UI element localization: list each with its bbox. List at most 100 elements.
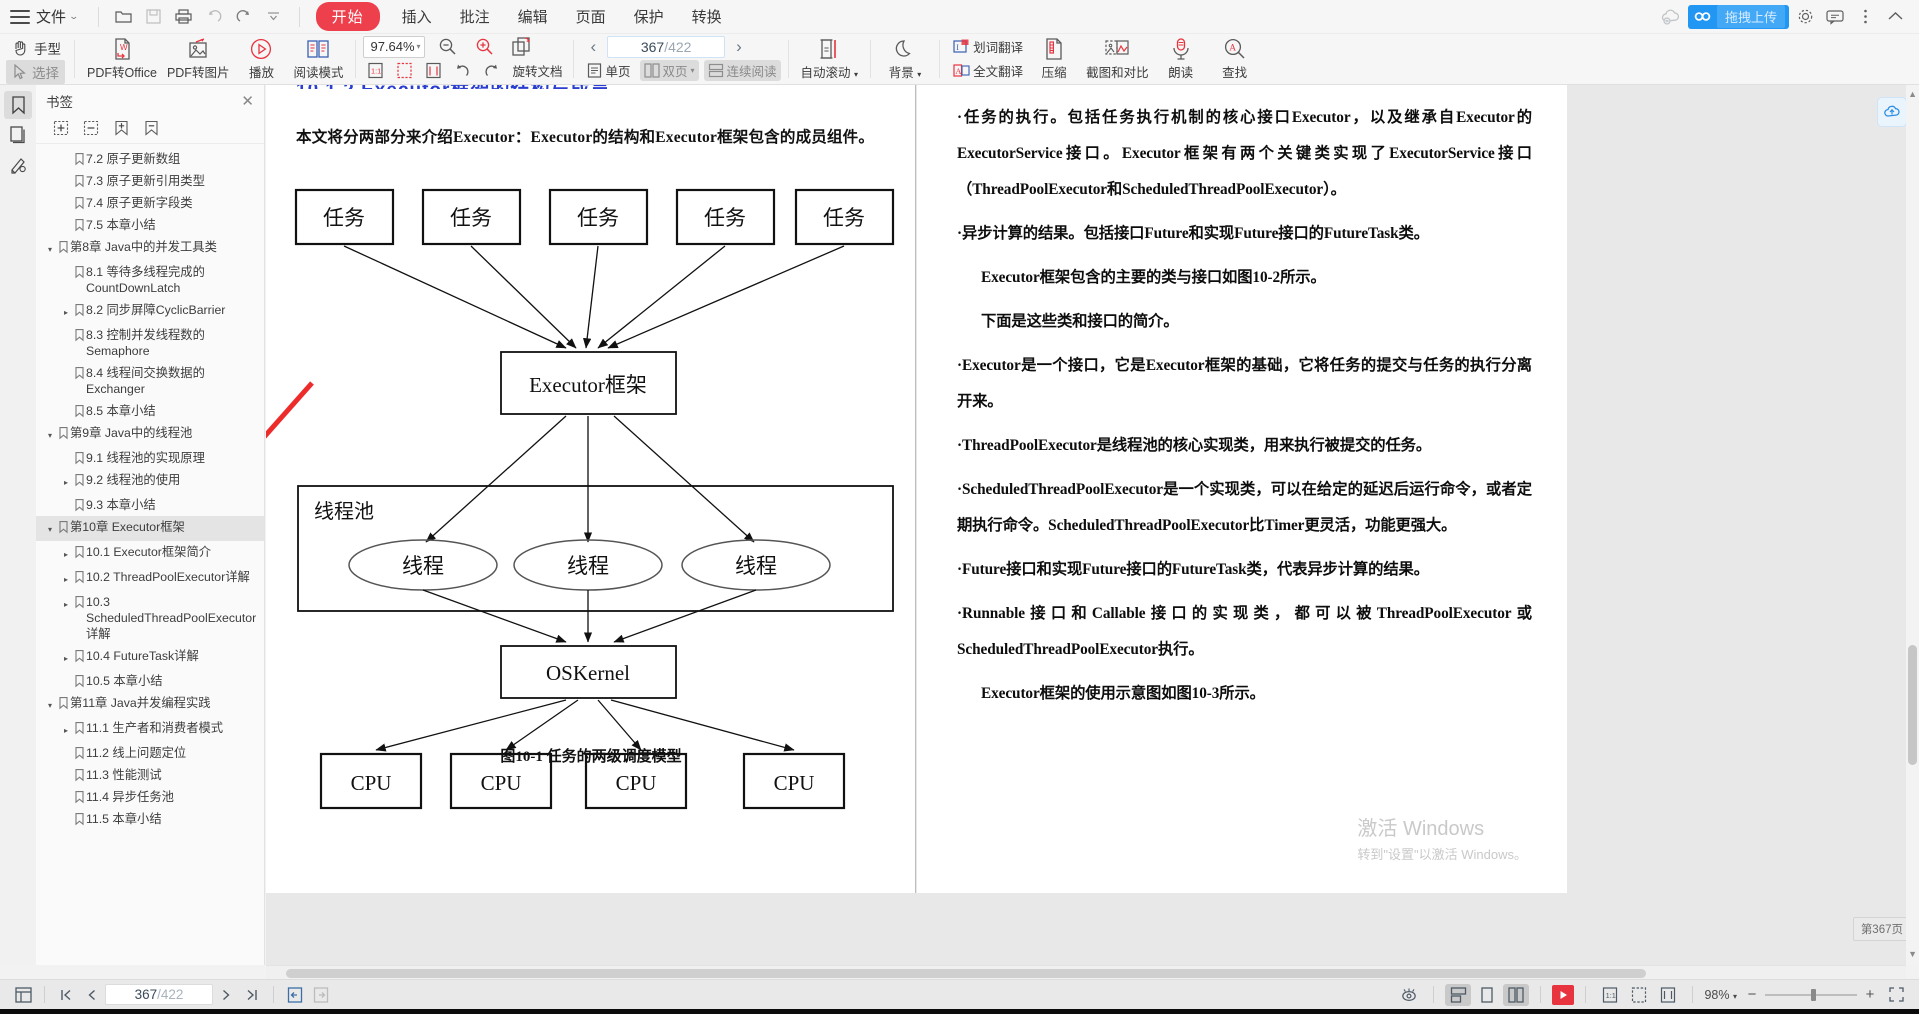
zoom-in-icon[interactable] [469,34,499,60]
read-mode-button[interactable]: 阅读模式 [288,34,348,83]
double-page-button[interactable]: 双页 ▾ [639,60,699,81]
bookmark-item[interactable]: ▸ 8.2 同步屏障CyclicBarrier [36,299,264,324]
find-button[interactable]: A 查找 [1208,34,1262,83]
pdf-to-office-button[interactable]: W PDF转Office [82,34,162,83]
bookmark-item[interactable]: ▸ 9.2 线程池的使用 [36,469,264,494]
rotate-left-icon[interactable] [450,62,475,80]
bookmark-item[interactable]: 7.3 原子更新引用类型 [36,170,264,192]
background-button[interactable]: 背景 ▾ [878,34,932,83]
tab-insert[interactable]: 插入 [388,2,446,31]
chevron-down-icon[interactable]: ⌄ [69,11,80,22]
horizontal-scroll-thumb[interactable] [286,969,1646,978]
full-translate-button[interactable]: A 全文翻译 [949,60,1027,81]
bookmark-list[interactable]: 7.2 原子更新数组 7.3 原子更新引用类型 7.4 原子更新字段类 7.5 本章小… [36,144,264,980]
close-icon[interactable]: ✕ [241,92,254,110]
twisty-icon[interactable]: ▸ [60,302,72,321]
fullscreen-icon[interactable] [1883,984,1909,1006]
screenshot-compare-button[interactable]: 截图和对比 [1081,34,1154,83]
zoom-slider-knob[interactable] [1811,988,1816,1001]
tab-protect[interactable]: 保护 [620,2,678,31]
bookmark-item[interactable]: ▸ 10.4 FutureTask详解 [36,645,264,670]
bookmark-item[interactable]: ▾ 第11章 Java并发编程实践 [36,692,264,717]
document-viewport[interactable]: 10.1.2 Executor框架的结构与成员 本文将分两部分来介绍Execut… [266,85,1919,965]
bookmark-item[interactable]: ▸ 10.1 Executor框架简介 [36,541,264,566]
rotate-document-label[interactable]: 旋转文档 [508,60,566,81]
tab-start[interactable]: 开始 [315,2,380,31]
double-page-view-icon[interactable] [1503,983,1530,1006]
gear-icon[interactable] [1791,4,1819,30]
fit-width-icon[interactable] [421,61,446,80]
prev-page-icon[interactable] [79,984,105,1006]
single-page-button[interactable]: 单页 [583,60,634,81]
tab-comment[interactable]: 批注 [446,2,504,31]
actual-size-icon[interactable]: 1:1 [363,61,388,80]
bookmark-item[interactable]: 8.3 控制并发线程数的Semaphore [36,324,264,362]
go-back-icon[interactable] [282,984,308,1006]
chevron-down-icon[interactable]: ▾ [691,66,695,75]
bookmark-item[interactable]: 11.5 本章小结 [36,808,264,830]
scroll-down-icon[interactable]: ▼ [1908,949,1917,959]
status-zoom-level[interactable]: 98% ▾ [1704,988,1737,1002]
bookmark-item[interactable]: 7.4 原子更新字段类 [36,192,264,214]
cloud-sync-icon[interactable] [1656,4,1686,30]
read-aloud-button[interactable]: 朗读 [1154,34,1208,83]
collapse-all-icon[interactable] [82,119,100,137]
vertical-scroll-thumb[interactable] [1908,645,1917,765]
more-options-icon[interactable] [1851,4,1879,30]
bookmark-item[interactable]: 9.3 本章小结 [36,494,264,516]
vertical-scrollbar[interactable]: ▲ ▼ [1906,85,1919,965]
bookmark-item[interactable]: 7.2 原子更新数组 [36,148,264,170]
twisty-icon[interactable]: ▾ [44,425,56,444]
actual-size-icon[interactable]: 1:1 [1597,984,1623,1006]
drag-upload-button[interactable]: 拖拽上传 [1687,4,1789,29]
zoom-out-button[interactable]: − [1742,985,1762,1005]
thumbnail-panel-icon[interactable] [4,121,32,149]
save-icon[interactable] [139,4,169,30]
select-tool-button[interactable]: 选择 [6,59,65,84]
hamburger-menu-icon[interactable] [10,9,30,24]
fit-layout-icon[interactable] [1445,983,1472,1006]
tab-convert[interactable]: 转换 [678,2,736,31]
compress-button[interactable]: 压缩 [1027,34,1081,83]
tab-edit[interactable]: 编辑 [504,2,562,31]
chevron-down-icon[interactable]: ▾ [416,42,420,51]
fit-page-icon[interactable] [1626,984,1652,1006]
zoom-level-input[interactable]: 97.64% ▾ [363,35,426,58]
bookmark-item[interactable]: 11.2 线上问题定位 [36,742,264,764]
prev-page-icon[interactable]: ‹ [581,37,605,57]
toggle-sidebar-icon[interactable] [10,984,36,1006]
twisty-icon[interactable]: ▸ [60,594,72,613]
page-number-input[interactable]: 367/422 [607,35,726,58]
annotation-panel-icon[interactable] [4,151,32,179]
twisty-icon[interactable]: ▸ [60,569,72,588]
collapse-ribbon-icon[interactable] [1881,4,1909,30]
rotate-right-icon[interactable] [479,62,504,80]
redo-icon[interactable] [229,4,259,30]
remove-bookmark-icon[interactable] [142,119,160,137]
bookmark-item[interactable]: ▸ 10.3 ScheduledThreadPoolExecutor详解 [36,591,264,645]
expand-all-icon[interactable] [52,119,70,137]
print-icon[interactable] [169,4,199,30]
bookmark-item[interactable]: 8.5 本章小结 [36,400,264,422]
single-page-view-icon[interactable] [1474,984,1500,1006]
bookmark-panel-icon[interactable] [4,91,32,119]
bookmark-item[interactable]: 9.1 线程池的实现原理 [36,447,264,469]
bookmark-item[interactable]: 11.4 异步任务池 [36,786,264,808]
twisty-icon[interactable]: ▾ [44,239,56,258]
next-page-icon[interactable] [213,984,239,1006]
bookmark-item[interactable]: 10.5 本章小结 [36,670,264,692]
rotate-doc-icon-top[interactable] [506,35,538,59]
zoom-slider[interactable] [1765,986,1857,1004]
bookmark-item[interactable]: 7.5 本章小结 [36,214,264,236]
play-icon[interactable] [1552,984,1575,1005]
twisty-icon[interactable]: ▸ [60,720,72,739]
twisty-icon[interactable]: ▸ [60,648,72,667]
word-translate-button[interactable]: I 划词翻译 [949,36,1027,57]
undo-icon[interactable] [199,4,229,30]
add-bookmark-icon[interactable] [112,119,130,137]
cloud-doc-button[interactable] [1877,97,1907,127]
tab-page[interactable]: 页面 [562,2,620,31]
go-forward-icon[interactable] [308,984,334,1006]
last-page-icon[interactable] [239,984,265,1006]
zoom-in-button[interactable]: + [1860,985,1880,1005]
